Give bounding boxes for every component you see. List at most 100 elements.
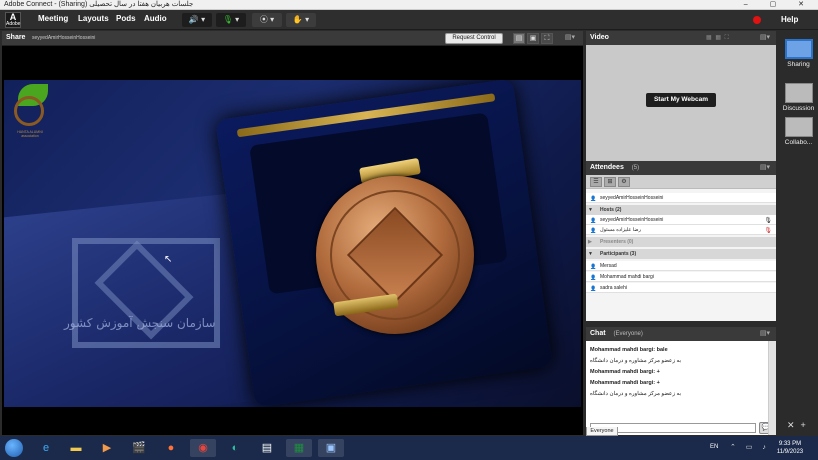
taskbar-clock[interactable]: 9:33 PM 11/9/2023 (772, 440, 808, 456)
actual-size-view-icon[interactable]: ▣ (527, 33, 539, 44)
attendees-pod-header: Attendees (5) ▤▾ (586, 161, 776, 175)
presenters-section-header[interactable]: ▶ Presenters (0) (586, 237, 776, 247)
layout-thumbnail (784, 39, 813, 59)
menu-bar: A Adobe Meeting Layouts Pods Audio 🔊 ▾ 🎙… (0, 10, 818, 30)
layout-collaboration[interactable]: Collabo... (779, 117, 818, 146)
list-view-icon[interactable]: ☰ (590, 177, 602, 187)
participants-section-header[interactable]: ▼ Participants (3) (586, 249, 776, 259)
attendee-settings-icon[interactable]: ⚙ (618, 177, 630, 187)
share-owner-name: seyyedAmirHosseinHosseini (32, 35, 96, 41)
speaker-icon: 🔊 (188, 15, 199, 24)
media-player-icon[interactable]: ▶ (94, 439, 120, 457)
chat-message-text: به زعضو مرکز مشاوره و درمان دانشگاه (590, 358, 681, 364)
hosts-section-header[interactable]: ▼ Hosts (2) (586, 205, 776, 215)
logo-text: HANTA ALUMNI association (17, 130, 43, 138)
layout-discussion[interactable]: Discussion (779, 83, 818, 112)
chat-pod-menu-icon[interactable]: ▤▾ (760, 329, 770, 337)
attendee-row[interactable]: 👤 Mersad (586, 261, 776, 271)
mic-status-icon: 🎙 (764, 218, 772, 224)
fit-width-view-icon[interactable]: ▤ (513, 33, 525, 44)
webcam-icon: ⦿ (259, 15, 268, 24)
help-menu[interactable]: Help (781, 15, 798, 24)
chat-scrollbar[interactable] (768, 341, 776, 435)
layout-settings-icon[interactable]: ✕ (787, 420, 801, 430)
system-tray-icons[interactable]: ⌃ ▭ ♪ (730, 443, 770, 451)
adobe-connect-icon[interactable]: ▣ (318, 439, 344, 457)
fullscreen-icon[interactable]: ⛶ (541, 33, 553, 44)
chat-messages: Mohammad mahdi bargi: bale به زعضو مرکز … (586, 341, 776, 435)
remote-cursor-icon: ↖ (164, 254, 173, 265)
video-pod-menu-icon[interactable]: ▤▾ (760, 33, 770, 41)
participant-icon: 👤 (590, 275, 597, 281)
attendees-toolbar: ☰ ⊞ ⚙ (586, 175, 776, 189)
speaker-button[interactable]: 🔊 ▾ (182, 13, 212, 27)
microphone-button[interactable]: 🎙 ▾ (216, 13, 246, 27)
organization-logo: HANTA ALUMNI association (10, 84, 48, 142)
window-controls[interactable]: – ▢ ✕ (744, 0, 814, 10)
share-pod-title: Share (6, 34, 26, 41)
share-pod-menu-icon[interactable]: ▤▾ (565, 33, 575, 41)
edge-icon[interactable]: ◐ (222, 439, 248, 457)
shared-photo: سازمان سنجش آموزش کشور HANTA ALUMNI asso… (4, 80, 581, 407)
mic-muted-icon: 🎙 (764, 228, 772, 234)
layouts-tools[interactable]: ✕+ (787, 420, 812, 431)
attendee-count: (5) (631, 165, 640, 171)
windows-start-button[interactable] (5, 439, 23, 457)
internet-explorer-icon[interactable]: e (33, 439, 59, 457)
collapse-arrow-icon: ▼ (588, 251, 593, 257)
attendee-row[interactable]: 👤 رضا علیزاده مسئول 🎙 (586, 225, 776, 235)
menu-layouts[interactable]: Layouts (78, 14, 109, 23)
participant-icon: 👤 (590, 286, 597, 292)
microphone-icon: 🎙 (222, 15, 233, 24)
chat-tab-everyone[interactable]: Everyone (586, 427, 618, 436)
status-button[interactable]: ✋ ▾ (286, 13, 316, 27)
host-icon: 👤 (590, 218, 597, 224)
attendee-row[interactable]: 👤 seyyedAmirHosseinHosseini 🎙 (586, 215, 776, 225)
menu-audio[interactable]: Audio (144, 14, 167, 23)
file-explorer-icon[interactable]: ▬ (63, 439, 89, 457)
attendee-status-icon: ✋ (292, 15, 303, 24)
logo-circle (14, 96, 44, 126)
chat-pod: Chat (Everyone) ▤▾ Mohammad mahdi bargi:… (586, 327, 776, 435)
start-webcam-button[interactable]: Start My Webcam (646, 93, 716, 107)
layouts-bar: Sharing Discussion Collabo... ✕+ (779, 31, 818, 435)
add-layout-icon[interactable]: + (801, 420, 812, 430)
chat-message-author: Mohammad mahdi bargi: + (590, 369, 660, 375)
windows-taskbar: e ▬ ▶ 🎬 ● ◉ ◐ ▤ ▦ ▣ EN ⌃ ▭ ♪ 9:33 PM 11/… (0, 436, 818, 460)
adobe-logo: A Adobe (5, 12, 21, 28)
video-pod: Video ▦ ▦ ⛶ ▤▾ Start My Webcam (586, 31, 776, 163)
firefox-icon[interactable]: ● (158, 439, 184, 457)
excel-icon[interactable]: ▦ (286, 439, 312, 457)
attendees-pod: Attendees (5) ▤▾ ☰ ⊞ ⚙ 👤 seyyedAmirHosse… (586, 161, 776, 321)
clock-time: 9:33 PM (778, 441, 802, 447)
request-control-button[interactable]: Request Control (445, 33, 503, 44)
host-icon: 👤 (590, 228, 597, 234)
expand-arrow-icon: ▶ (588, 239, 592, 245)
chat-scope: (Everyone) (613, 331, 643, 337)
current-user-row[interactable]: 👤 seyyedAmirHosseinHosseini (586, 193, 776, 203)
webcam-button[interactable]: ⦿ ▾ (252, 13, 282, 27)
menu-pods[interactable]: Pods (116, 14, 136, 23)
layout-thumbnail (784, 83, 813, 103)
window-title: Adobe Connect - (Sharing) جلسات هربیان ه… (4, 1, 194, 8)
video-area: Start My Webcam (586, 45, 776, 163)
chat-pod-header: Chat (Everyone) ▤▾ (586, 327, 776, 341)
attendees-pod-menu-icon[interactable]: ▤▾ (760, 163, 770, 171)
chrome-icon[interactable]: ◉ (190, 439, 216, 457)
menu-meeting[interactable]: Meeting (38, 14, 68, 23)
video-pod-title: Video (590, 34, 609, 41)
recording-indicator-icon[interactable] (753, 16, 761, 24)
clock-date: 11/9/2023 (776, 449, 804, 455)
notepad-icon[interactable]: ▤ (254, 439, 280, 457)
chat-pod-title: Chat (Everyone) (590, 330, 643, 337)
share-pod-header: Share seyyedAmirHosseinHosseini Request … (2, 31, 583, 46)
participant-icon: 👤 (590, 264, 597, 270)
attendee-row[interactable]: 👤 Mohammad mahdi bargi (586, 272, 776, 282)
video-layout-icons[interactable]: ▦ ▦ ⛶ (706, 34, 730, 42)
book-cover-text: سازمان سنجش آموزش کشور (64, 316, 216, 330)
breakout-view-icon[interactable]: ⊞ (604, 177, 616, 187)
video-editor-icon[interactable]: 🎬 (126, 439, 152, 457)
language-indicator[interactable]: EN (710, 444, 718, 450)
attendee-row[interactable]: 👤 sadra salehi (586, 283, 776, 293)
layout-sharing[interactable]: Sharing (779, 39, 818, 68)
